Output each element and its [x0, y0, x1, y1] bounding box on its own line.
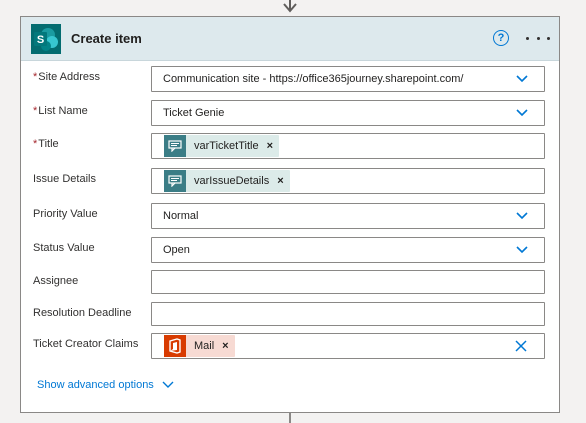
show-advanced-options-label: Show advanced options — [37, 379, 154, 391]
token-remove-icon[interactable]: × — [267, 140, 273, 152]
office-token[interactable]: Mail × — [164, 335, 235, 357]
token-label: Mail — [194, 340, 215, 352]
assignee-label: Assignee — [33, 275, 79, 287]
chevron-down-icon[interactable] — [516, 109, 528, 117]
card-title: Create item — [71, 31, 142, 46]
create-item-card: S Create item ? *Site Address Communicat… — [20, 16, 560, 413]
card-header[interactable]: S Create item ? — [21, 17, 559, 61]
list-name-value: Ticket Genie — [163, 107, 225, 119]
priority-value-dropdown[interactable]: Normal — [151, 203, 545, 229]
token-label: varTicketTitle — [194, 140, 259, 152]
variable-token[interactable]: varTicketTitle × — [164, 135, 280, 157]
show-advanced-options-link[interactable]: Show advanced options — [37, 379, 174, 391]
status-value-dropdown[interactable]: Open — [151, 237, 545, 263]
ticket-creator-claims-label: Ticket Creator Claims — [33, 338, 139, 350]
chevron-down-icon — [162, 381, 174, 388]
svg-text:S: S — [37, 34, 44, 46]
title-label: *Title — [33, 138, 59, 150]
token-remove-icon[interactable]: × — [222, 340, 228, 352]
title-input[interactable]: varTicketTitle × — [151, 133, 545, 159]
variable-icon — [164, 135, 186, 157]
token-label: varIssueDetails — [194, 175, 270, 187]
resolution-deadline-label: Resolution Deadline — [33, 307, 132, 319]
token-remove-icon[interactable]: × — [277, 175, 283, 187]
priority-value-value: Normal — [163, 210, 199, 222]
issue-details-input[interactable]: varIssueDetails × — [151, 168, 545, 194]
variable-icon — [164, 170, 186, 192]
more-options-icon[interactable] — [526, 29, 550, 47]
flow-connector-bottom — [289, 413, 291, 423]
site-address-label: *Site Address — [33, 71, 101, 83]
arrow-down-icon — [283, 3, 297, 13]
clear-icon[interactable] — [514, 339, 528, 353]
status-value-label: Status Value — [33, 242, 95, 254]
list-name-label: *List Name — [33, 105, 88, 117]
site-address-value: Communication site - https://office365jo… — [163, 73, 464, 85]
help-icon[interactable]: ? — [493, 30, 509, 46]
chevron-down-icon[interactable] — [516, 212, 528, 220]
office-icon — [164, 335, 186, 357]
variable-token[interactable]: varIssueDetails × — [164, 170, 290, 192]
priority-value-label: Priority Value — [33, 208, 98, 220]
assignee-input[interactable] — [151, 270, 545, 294]
issue-details-label: Issue Details — [33, 173, 96, 185]
status-value-value: Open — [163, 244, 190, 256]
site-address-dropdown[interactable]: Communication site - https://office365jo… — [151, 66, 545, 92]
resolution-deadline-input[interactable] — [151, 302, 545, 326]
chevron-down-icon[interactable] — [516, 75, 528, 83]
list-name-dropdown[interactable]: Ticket Genie — [151, 100, 545, 126]
chevron-down-icon[interactable] — [516, 246, 528, 254]
ticket-creator-claims-input[interactable]: Mail × — [151, 333, 545, 359]
sharepoint-logo-icon: S — [31, 23, 61, 54]
